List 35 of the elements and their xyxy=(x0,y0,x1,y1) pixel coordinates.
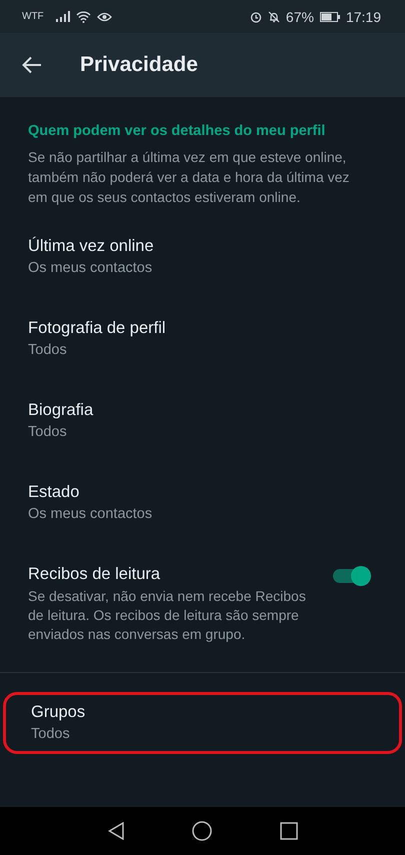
toggle-switch[interactable] xyxy=(333,569,369,583)
clock-time: 17:19 xyxy=(346,8,381,24)
setting-title: Biografia xyxy=(28,400,94,421)
privacy-setting-item[interactable]: Biografia Todos xyxy=(0,389,405,453)
back-icon[interactable] xyxy=(22,56,42,74)
setting-title: Fotografia de perfil xyxy=(28,318,167,339)
setting-description: Se desativar, não envia nem recebe Recibos de leitura. Os recibos de leitura são sempre enviados nas conversas em grupo. xyxy=(28,587,307,644)
back-nav-icon[interactable] xyxy=(108,822,124,840)
privacy-setting-item[interactable]: Fotografia de perfil Todos xyxy=(0,307,405,371)
section-header: Quem podem ver os detalhes do meu perfil xyxy=(28,123,326,139)
signal-icon xyxy=(56,11,70,22)
muted-bell-icon xyxy=(268,10,280,22)
wifi-icon xyxy=(76,10,91,22)
setting-title: Grupos xyxy=(31,702,86,723)
setting-value: Os meus contactos xyxy=(28,505,154,524)
eye-icon xyxy=(96,10,112,22)
setting-title: Recibos de leitura xyxy=(28,564,162,585)
setting-value: Todos xyxy=(28,341,68,360)
setting-value: Os meus contactos xyxy=(28,259,154,278)
battery-icon xyxy=(320,12,340,22)
battery-percentage: 67% xyxy=(286,8,314,24)
setting-title: Estado xyxy=(28,482,80,503)
privacy-setting-item[interactable]: Estado Os meus contactos xyxy=(0,471,405,535)
privacy-setting-item[interactable]: Última vez online Os meus contactos xyxy=(0,225,405,289)
setting-value: Todos xyxy=(31,725,71,744)
recents-nav-icon[interactable] xyxy=(280,822,298,840)
alarm-icon xyxy=(250,10,262,22)
toggle-setting-item[interactable]: Recibos de leitura Se desativar, não envia nem recebe Recibos de leitura. Os recibos de leitura são sempre enviados nas conversas em grupo. xyxy=(0,553,405,654)
home-nav-icon[interactable] xyxy=(192,821,212,841)
carrier-label: WTF xyxy=(22,11,44,22)
section-description: Se não partilhar a última vez em que esteve online, também não poderá ver a data e hora da última vez em que os seus contactos estiveram online. xyxy=(28,148,350,207)
screen-title: Privacidade xyxy=(80,53,198,77)
groups-setting-item[interactable]: Grupos Todos xyxy=(3,692,402,754)
setting-title: Última vez online xyxy=(28,236,155,257)
setting-value: Todos xyxy=(28,423,68,442)
